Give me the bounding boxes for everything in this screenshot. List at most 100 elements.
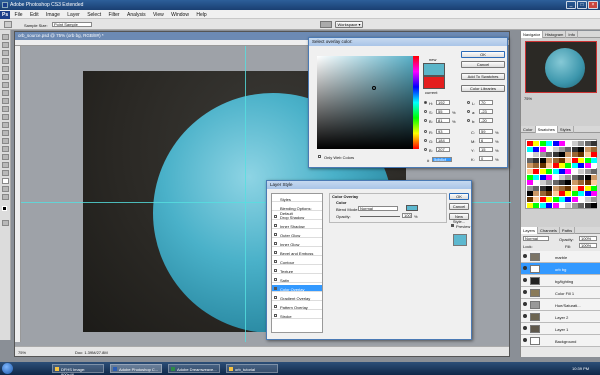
swatch-cell[interactable] <box>527 169 533 174</box>
swatch-cell[interactable] <box>559 163 565 169</box>
tab-navigator[interactable]: Navigator <box>521 31 544 38</box>
swatch-cell[interactable] <box>539 191 546 197</box>
slice-tool-icon[interactable] <box>2 74 9 80</box>
l-radio[interactable] <box>467 101 470 104</box>
style-checkbox[interactable] <box>274 224 277 227</box>
layer-row[interactable]: Layer 2 <box>521 311 600 323</box>
swatch-cell[interactable] <box>559 174 565 180</box>
swatch-cell[interactable] <box>571 146 578 152</box>
swatch-cell[interactable] <box>571 141 578 146</box>
swatch-cell[interactable] <box>552 163 559 169</box>
swatch-cell[interactable] <box>584 185 591 191</box>
color-field[interactable] <box>317 56 413 149</box>
swatch-cell[interactable] <box>559 180 565 186</box>
blend-mode-select[interactable]: Normal <box>358 206 398 211</box>
swatch-cell[interactable] <box>527 180 533 186</box>
swatch-cell[interactable] <box>559 185 565 191</box>
swatch-cell[interactable] <box>552 185 559 191</box>
swatch-cell[interactable] <box>559 197 565 202</box>
swatch-cell[interactable] <box>527 141 533 146</box>
swatch-cell[interactable] <box>552 157 559 163</box>
swatch-cell[interactable] <box>591 157 597 163</box>
picker-cancel-button[interactable]: Cancel <box>461 61 505 68</box>
m-field[interactable]: 6 <box>479 138 493 143</box>
swatch-cell[interactable] <box>539 202 546 208</box>
layer-name[interactable]: orb bg <box>555 267 566 272</box>
swatch-cell[interactable] <box>578 141 585 146</box>
swatch-cell[interactable] <box>591 163 597 169</box>
only-web-colors-checkbox[interactable] <box>318 155 321 158</box>
tab-info[interactable]: Info <box>566 31 579 38</box>
s-field[interactable]: 55 <box>436 109 450 114</box>
swatch-cell[interactable] <box>546 191 553 197</box>
layer-row[interactable]: orb bg <box>521 263 600 275</box>
swatch-cell[interactable] <box>578 202 585 208</box>
swatch-cell[interactable] <box>527 146 533 152</box>
swatch-cell[interactable] <box>578 169 585 174</box>
swatch-grid[interactable] <box>525 139 597 209</box>
style-checkbox[interactable] <box>274 242 277 245</box>
swatch-cell[interactable] <box>552 146 559 152</box>
swatch-cell[interactable] <box>565 163 572 169</box>
s-radio[interactable] <box>424 110 427 113</box>
swatch-cell[interactable] <box>571 152 578 158</box>
swatch-cell[interactable] <box>546 146 553 152</box>
taskbar-item-image[interactable]: DFHS Image: 900x46... <box>52 364 104 375</box>
swatch-cell[interactable] <box>571 169 578 174</box>
quick-mask-icon[interactable] <box>2 220 9 226</box>
swatch-cell[interactable] <box>527 202 533 208</box>
brush-tool-icon[interactable] <box>2 90 9 96</box>
swatch-cell[interactable] <box>546 169 553 174</box>
visibility-eye-icon[interactable] <box>523 302 527 306</box>
b-radio[interactable] <box>424 119 427 122</box>
eraser-tool-icon[interactable] <box>2 114 9 120</box>
swatch-cell[interactable] <box>565 157 572 163</box>
swatch-cell[interactable] <box>533 157 540 163</box>
style-checkbox[interactable] <box>274 260 277 263</box>
tab-layers[interactable]: Layers <box>521 227 539 234</box>
swatch-cell[interactable] <box>559 202 565 208</box>
swatch-cell[interactable] <box>539 197 546 202</box>
navigator-thumbnail[interactable] <box>525 41 597 93</box>
swatch-cell[interactable] <box>571 180 578 186</box>
swatch-cell[interactable] <box>527 152 533 158</box>
swatch-cell[interactable] <box>546 157 553 163</box>
swatch-cell[interactable] <box>565 202 572 208</box>
swatch-cell[interactable] <box>584 152 591 158</box>
layer-name[interactable]: Color Fill 1 <box>555 291 574 296</box>
visibility-eye-icon[interactable] <box>523 326 527 330</box>
swatch-cell[interactable] <box>578 152 585 158</box>
swatch-cell[interactable] <box>552 180 559 186</box>
style-item[interactable]: Blending Options: Default <box>272 204 322 216</box>
swatch-cell[interactable] <box>533 163 540 169</box>
y-field[interactable]: 15 <box>479 147 493 152</box>
style-checkbox[interactable] <box>274 251 277 254</box>
close-button[interactable]: × <box>588 1 598 9</box>
swatch-cell[interactable] <box>546 163 553 169</box>
swatch-cell[interactable] <box>578 157 585 163</box>
layer-fill-field[interactable]: 100% <box>579 243 597 248</box>
swatch-cell[interactable] <box>565 191 572 197</box>
swatch-cell[interactable] <box>571 174 578 180</box>
swatch-cell[interactable] <box>565 141 572 146</box>
swatch-cell[interactable] <box>578 185 585 191</box>
layer-row[interactable]: Color Fill 1 <box>521 287 600 299</box>
swatch-cell[interactable] <box>584 141 591 146</box>
swatch-cell[interactable] <box>533 197 540 202</box>
swatch-cell[interactable] <box>539 146 546 152</box>
layer-name[interactable]: bg/lighting <box>555 279 573 284</box>
style-item[interactable]: Contour <box>272 258 322 265</box>
dodge-tool-icon[interactable] <box>2 138 9 144</box>
r-radio[interactable] <box>424 130 427 133</box>
pen-tool-icon[interactable] <box>2 146 9 152</box>
swatch-cell[interactable] <box>578 197 585 202</box>
style-checkbox[interactable] <box>274 215 277 218</box>
style-checkbox[interactable] <box>274 296 277 299</box>
swatch-cell[interactable] <box>546 174 553 180</box>
c-field[interactable]: 59 <box>479 129 493 134</box>
lab-b-radio[interactable] <box>467 119 470 122</box>
clock[interactable]: 10:39 PM <box>572 366 589 371</box>
swatch-cell[interactable] <box>539 163 546 169</box>
style-checkbox[interactable] <box>274 287 277 290</box>
tab-histogram[interactable]: Histogram <box>543 31 567 38</box>
